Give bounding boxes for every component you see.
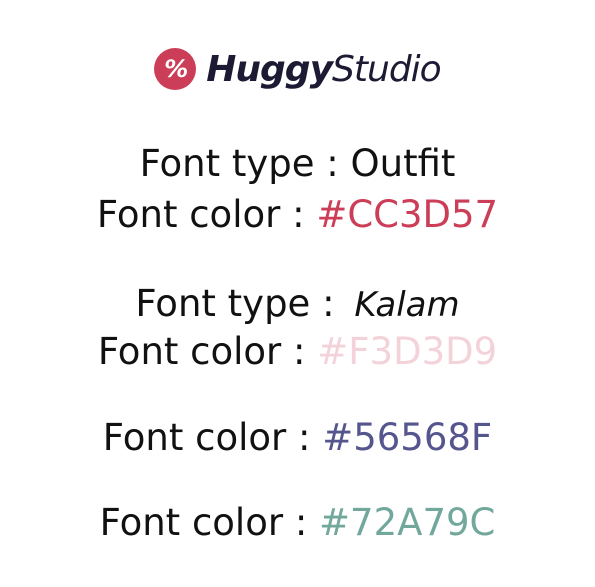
font-color-line-4: Font color : #72A79C [0,501,595,545]
font-type-value-1: Outfit [350,142,456,185]
font-color-value-1: #CC3D57 [316,193,499,236]
font-color-line-1: Font color : #CC3D57 [0,193,595,237]
brand-wordmark: HuggyStudio [206,48,442,90]
font-type-line-2: Font type : Kalam [0,282,595,327]
font-color-label-3: Font color : [102,416,311,459]
brand-name-light: Studio [332,48,442,90]
huggy-logo-icon: % [154,48,197,90]
font-type-value-2: Kalam [354,285,460,325]
brand-logo: % HuggyStudio [0,48,595,90]
font-color-value-4: #72A79C [319,501,496,544]
brand-name-bold: Huggy [206,48,333,90]
font-color-line-2: Font color : #F3D3D9 [0,330,595,374]
font-type-label-2: Font type : [135,282,335,325]
font-color-value-3: #56568F [322,416,493,459]
font-type-line-1: Font type : Outfit [0,142,595,186]
font-color-label-2: Font color : [97,330,306,373]
font-color-label-1: Font color : [96,193,305,236]
font-color-line-3: Font color : #56568F [0,416,595,460]
font-color-label-4: Font color : [99,501,308,544]
font-color-value-2: #F3D3D9 [317,330,498,373]
font-type-label-1: Font type : [139,142,339,185]
